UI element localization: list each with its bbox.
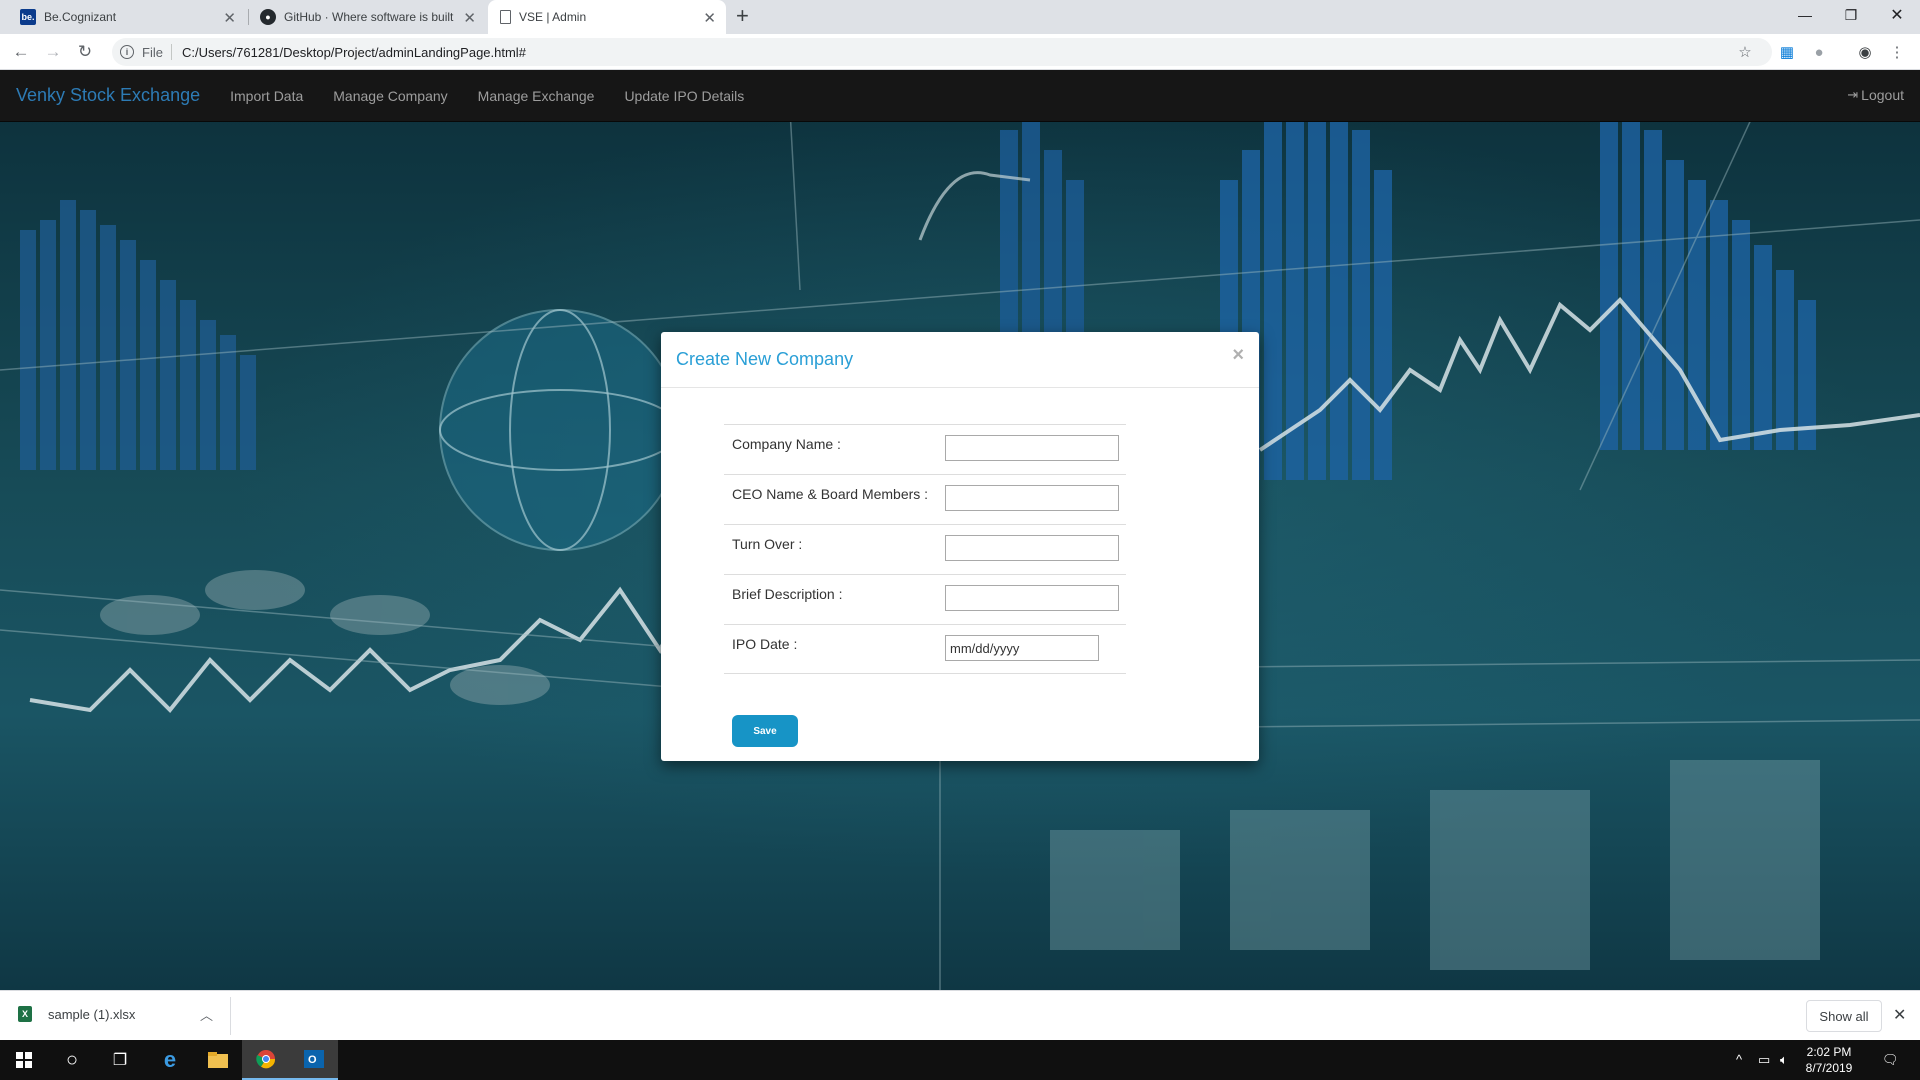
windows-taskbar: ○ ❐ e O ^ ▭ 🔈︎ 2:02 PM 8/7/2019 🗨︎ [0, 1040, 1920, 1080]
address-separator [170, 44, 172, 60]
close-tab-icon[interactable]: ✕ [463, 9, 476, 27]
taskbar-clock[interactable]: 2:02 PM 8/7/2019 [1790, 1044, 1868, 1076]
becognizant-icon: be. [20, 9, 36, 25]
download-filename: sample (1).xlsx [48, 1006, 136, 1022]
url-text[interactable]: C:/Users/761281/Desktop/Project/adminLan… [182, 45, 526, 60]
svg-text:O: O [308, 1054, 317, 1066]
excel-file-icon: X [18, 1006, 32, 1022]
close-tab-icon[interactable]: ✕ [703, 9, 716, 27]
tab-github[interactable]: ● GitHub · Where software is built ✕ [248, 0, 486, 34]
notification-icon[interactable]: 🗨︎ [1882, 1052, 1899, 1068]
nav-update-ipo-details[interactable]: Update IPO Details [624, 88, 744, 104]
tab-becognizant[interactable]: be. Be.Cognizant ✕ [8, 0, 246, 34]
close-window-icon[interactable]: ✕ [1874, 0, 1920, 30]
download-bar: X sample (1).xlsx ︿ Show all ✕ [0, 990, 1920, 1040]
logout-icon: ⇥ [1847, 87, 1859, 102]
close-icon[interactable]: × [1232, 344, 1244, 367]
restore-icon[interactable]: ❐ [1828, 0, 1874, 30]
ceo-label: CEO Name & Board Members : [732, 486, 929, 502]
reload-icon[interactable]: ↻ [74, 41, 96, 63]
tab-title: GitHub · Where software is built [284, 10, 454, 24]
show-all-button[interactable]: Show all [1806, 1000, 1882, 1032]
chevron-up-icon[interactable]: ︿ [200, 1005, 213, 1024]
download-item[interactable]: X sample (1).xlsx [18, 1006, 135, 1022]
nav-manage-company[interactable]: Manage Company [333, 88, 447, 104]
top-navbar: Venky Stock Exchange Import Data Manage … [0, 70, 1920, 122]
network-icon[interactable]: ▭ [1758, 1052, 1770, 1068]
ipo-date-label: IPO Date : [732, 636, 798, 652]
clock-time: 2:02 PM [1806, 1045, 1852, 1059]
clock-date: 8/7/2019 [1805, 1061, 1853, 1075]
tab-title: VSE | Admin [519, 10, 587, 24]
info-icon[interactable]: i [120, 45, 134, 59]
form-row-ipo-date: IPO Date : [724, 624, 1126, 674]
scheme-label: File [142, 44, 163, 60]
nav-manage-exchange[interactable]: Manage Exchange [478, 88, 595, 104]
modal-header: Create New Company × [661, 332, 1259, 388]
description-input[interactable] [945, 585, 1119, 611]
ceo-input[interactable] [945, 485, 1119, 511]
description-label: Brief Description : [732, 586, 843, 602]
create-company-modal: Create New Company × Company Name : CEO … [661, 332, 1259, 761]
company-name-input[interactable] [945, 435, 1119, 461]
modal-title: Create New Company [676, 349, 854, 369]
windows-start-icon[interactable] [0, 1040, 48, 1080]
browser-tab-strip: be. Be.Cognizant ✕ ● GitHub · Where soft… [0, 0, 1920, 34]
logout-link[interactable]: ⇥ Logout [1847, 87, 1904, 103]
browser-toolbar: ← → ↻ i File C:/Users/761281/Desktop/Pro… [0, 34, 1920, 70]
brand-link[interactable]: Venky Stock Exchange [16, 85, 200, 106]
company-form: Company Name : CEO Name & Board Members … [724, 424, 1126, 674]
outlook-icon[interactable]: O [290, 1040, 338, 1080]
download-divider [230, 997, 231, 1035]
menu-icon[interactable]: ⋮ [1888, 43, 1906, 61]
close-tab-icon[interactable]: ✕ [223, 9, 236, 27]
turnover-input[interactable] [945, 535, 1119, 561]
turnover-label: Turn Over : [732, 536, 803, 552]
profile-icon[interactable]: ◉ [1856, 43, 1874, 61]
github-icon: ● [260, 9, 276, 25]
form-row-turnover: Turn Over : [724, 524, 1126, 574]
new-tab-button[interactable]: + [736, 3, 749, 29]
edge-icon[interactable]: e [146, 1040, 194, 1080]
save-button[interactable]: Save [732, 715, 798, 747]
company-name-label: Company Name : [732, 436, 841, 452]
back-icon[interactable]: ← [10, 41, 32, 63]
forward-icon[interactable]: → [42, 41, 64, 63]
task-view-icon[interactable]: ❐ [96, 1040, 144, 1080]
tab-title: Be.Cognizant [44, 10, 117, 24]
search-circle-icon[interactable]: ○ [48, 1040, 96, 1080]
minimize-icon[interactable]: — [1782, 0, 1828, 30]
windows-extension-icon[interactable]: ▦ [1778, 43, 1796, 61]
extension-icon[interactable]: ● [1810, 43, 1828, 61]
form-row-company-name: Company Name : [724, 424, 1126, 474]
nav-import-data[interactable]: Import Data [230, 88, 303, 104]
page-icon [500, 10, 511, 24]
tab-vse-admin[interactable]: VSE | Admin ✕ [488, 0, 726, 34]
address-bar[interactable]: i File C:/Users/761281/Desktop/Project/a… [112, 38, 1772, 66]
bookmark-star-icon[interactable]: ☆ [1736, 43, 1754, 61]
logout-label: Logout [1861, 87, 1904, 103]
ipo-date-input[interactable] [945, 635, 1099, 661]
tray-chevron-icon[interactable]: ^ [1736, 1052, 1742, 1067]
form-row-description: Brief Description : [724, 574, 1126, 624]
chrome-icon[interactable] [242, 1040, 290, 1080]
file-explorer-icon[interactable] [194, 1040, 242, 1080]
close-download-bar-icon[interactable]: ✕ [1893, 1005, 1906, 1025]
form-row-ceo: CEO Name & Board Members : [724, 474, 1126, 524]
page-viewport: Venky Stock Exchange Import Data Manage … [0, 70, 1920, 990]
volume-icon[interactable]: 🔈︎ [1780, 1052, 1788, 1068]
